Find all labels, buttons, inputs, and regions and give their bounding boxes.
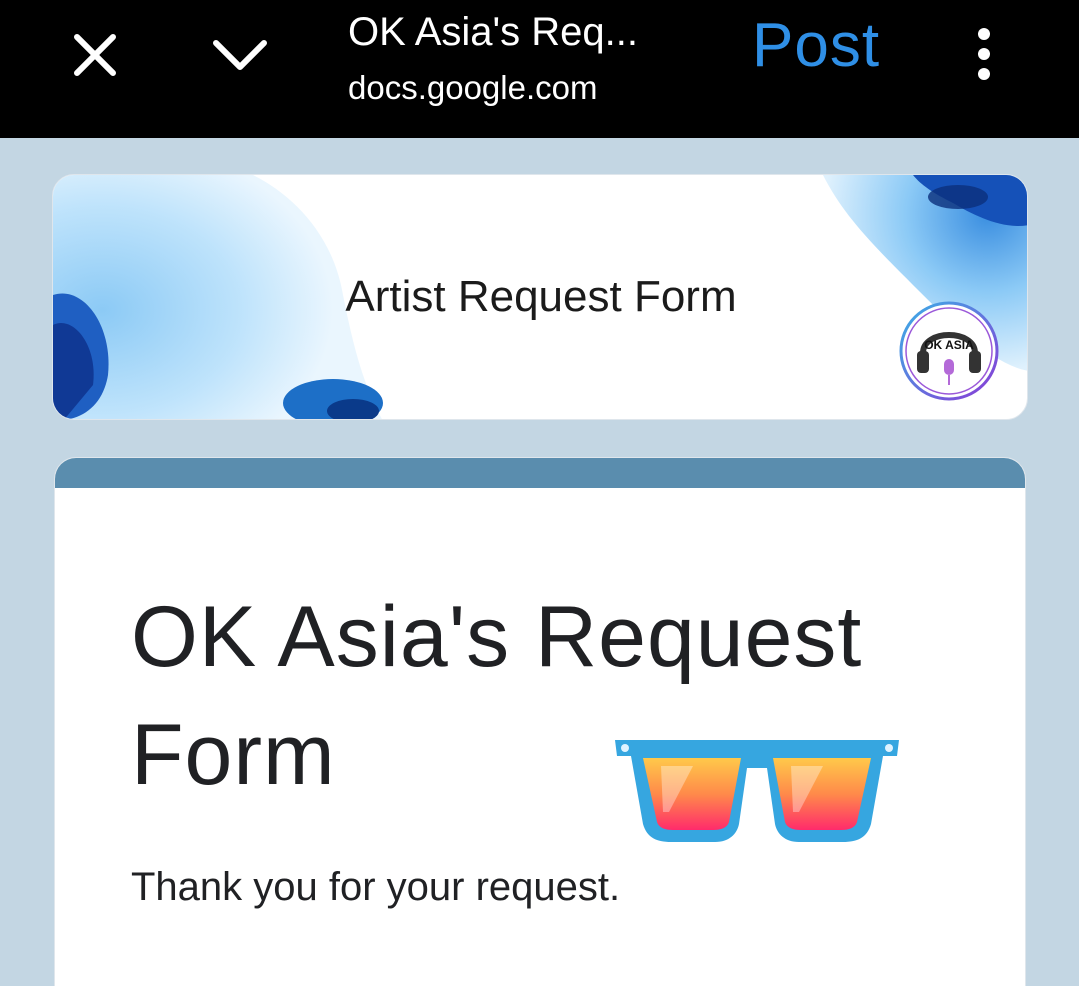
ok-asia-logo: OK ASIA (899, 301, 999, 401)
card-accent-bar (55, 458, 1025, 488)
chevron-down-icon (213, 40, 267, 70)
page-url: docs.google.com (348, 69, 598, 106)
form-description: Thank you for your request. (131, 865, 621, 909)
logo-text: OK ASIA (924, 338, 974, 352)
custom-tab-toolbar: OK Asia's Req... docs.google.com Post (0, 0, 1079, 138)
sunglasses-icon (615, 740, 899, 842)
page-title: OK Asia's Req... (348, 10, 638, 54)
minimize-button[interactable] (205, 20, 275, 90)
banner-title: Artist Request Form (345, 272, 737, 321)
form-title-card: OK Asia's Request Form Thank you for you… (54, 457, 1026, 986)
more-options-button[interactable] (962, 22, 1006, 86)
close-button[interactable] (60, 20, 130, 90)
more-vert-icon (978, 28, 990, 80)
post-button[interactable]: Post (752, 6, 880, 86)
close-icon (74, 34, 116, 76)
tab-title-block[interactable]: OK Asia's Req... docs.google.com (348, 8, 728, 110)
form-header-banner: Artist Request Form OK ASIA (52, 174, 1028, 420)
